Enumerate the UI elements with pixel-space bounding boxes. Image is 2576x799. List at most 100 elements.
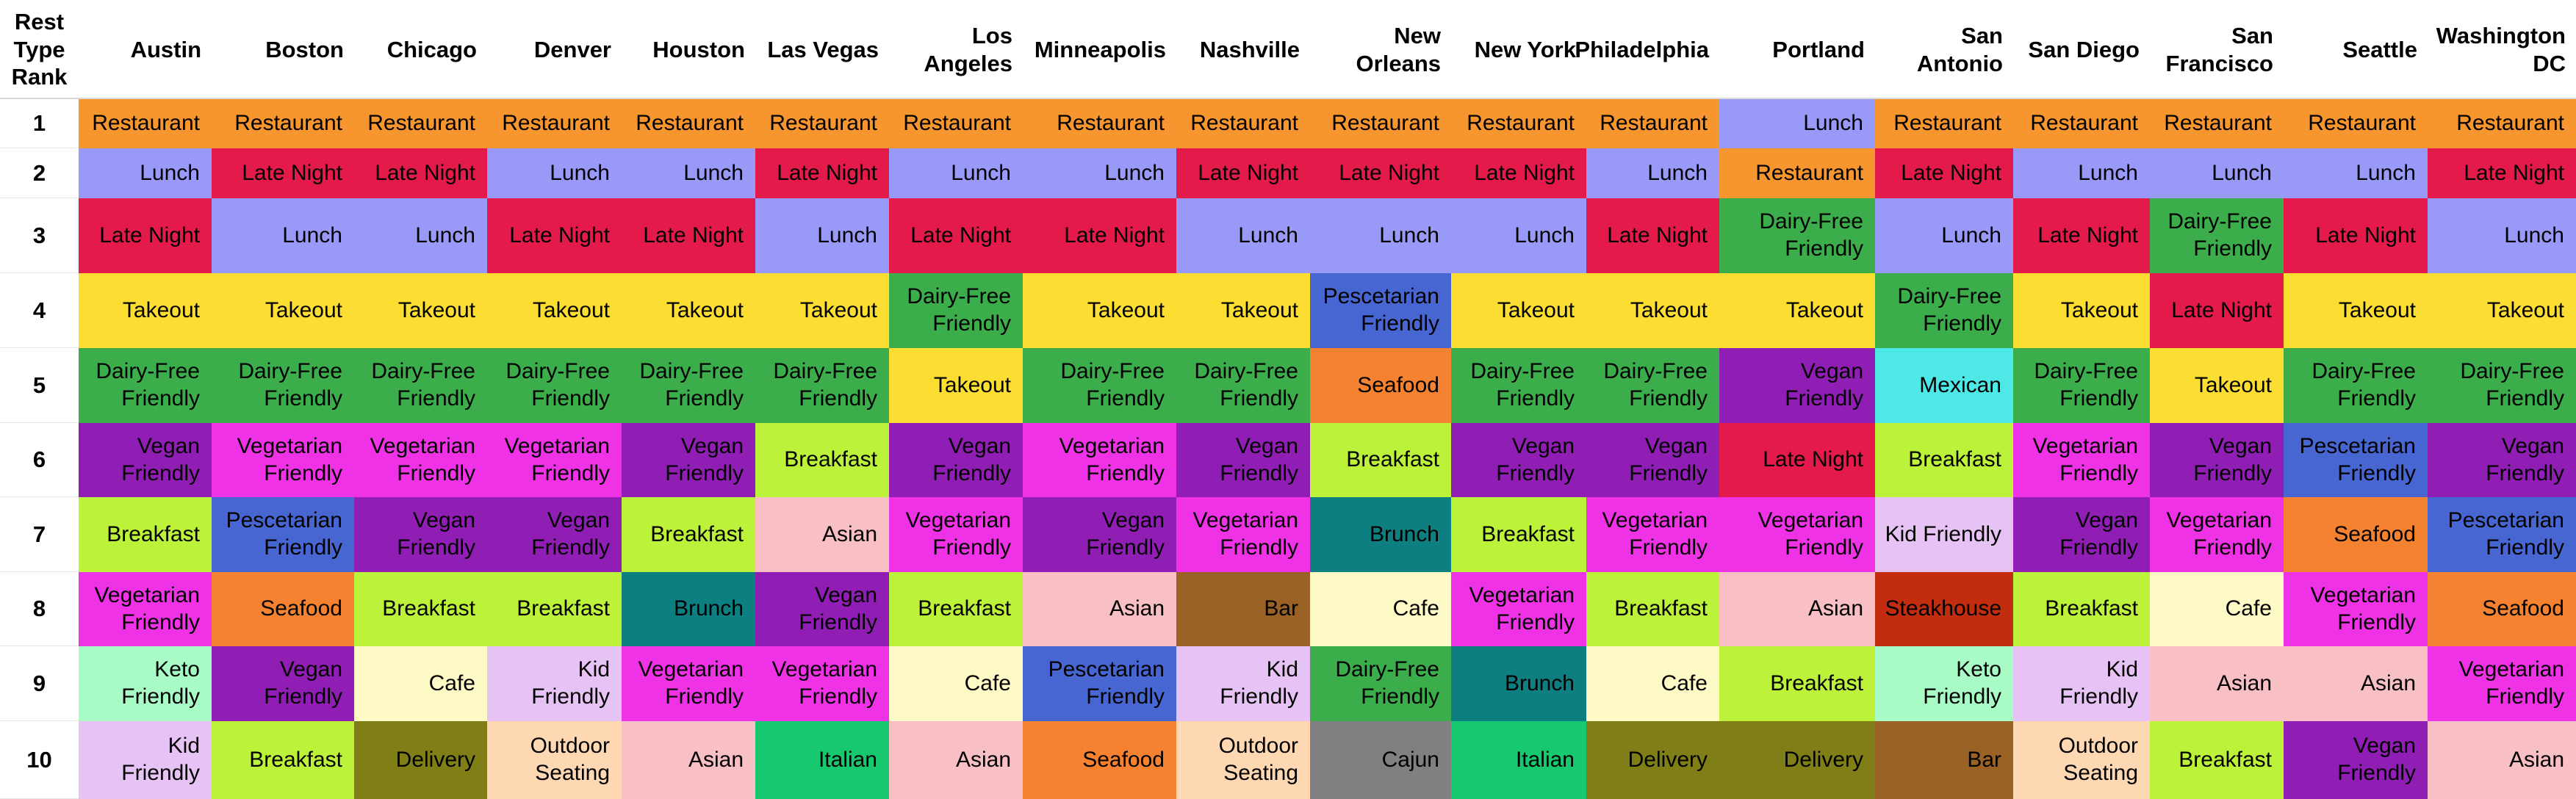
table-cell-text: Vegetarian Friendly bbox=[370, 433, 475, 485]
table-cell-text: Breakfast bbox=[382, 596, 475, 621]
column-header: Las Vegas bbox=[755, 0, 889, 99]
table-cell: Lunch bbox=[1586, 148, 1719, 198]
column-header: San Francisco bbox=[2150, 0, 2284, 99]
table-cell: Dairy-Free Friendly bbox=[487, 348, 622, 423]
table-cell-text: Vegetarian Friendly bbox=[905, 508, 1011, 560]
table-cell-text: Restaurant bbox=[903, 111, 1011, 136]
column-header-text: Portland bbox=[1772, 36, 1865, 62]
table-cell-text: Pescetarian Friendly bbox=[1048, 657, 1165, 709]
table-cell: Late Night bbox=[1310, 148, 1451, 198]
table-cell-text: Lunch bbox=[550, 160, 610, 185]
table-cell: Breakfast bbox=[1719, 646, 1875, 721]
table-cell-text: Mexican bbox=[1919, 372, 2001, 397]
table-cell-text: Outdoor Seating bbox=[2058, 734, 2138, 785]
table-cell-text: Steakhouse bbox=[1885, 596, 2001, 621]
table-cell: Asian bbox=[755, 497, 889, 572]
table-cell: Vegetarian Friendly bbox=[889, 497, 1023, 572]
table-cell-text: Breakfast bbox=[918, 596, 1011, 621]
table-cell-text: Dairy-Free Friendly bbox=[238, 359, 342, 411]
table-cell-text: Dairy-Free Friendly bbox=[2460, 359, 2564, 411]
table-cell: Restaurant bbox=[1310, 99, 1451, 148]
table-cell-text: Late Night bbox=[643, 223, 744, 247]
table-cell: Lunch bbox=[79, 148, 212, 198]
table-cell: Late Night bbox=[889, 198, 1023, 273]
table-cell-text: Late Night bbox=[1064, 223, 1165, 247]
table-cell-text: Late Night bbox=[99, 223, 200, 247]
table-cell: Late Night bbox=[212, 148, 354, 198]
table-cell-text: Asian bbox=[2216, 670, 2272, 695]
table-cell: Lunch bbox=[1451, 198, 1586, 273]
column-header-text: Chicago bbox=[386, 36, 477, 62]
column-header: New York bbox=[1451, 0, 1586, 99]
table-cell-text: Takeout bbox=[1497, 297, 1575, 322]
table-cell-text: Restaurant bbox=[2308, 111, 2416, 136]
table-cell-text: Pescetarian Friendly bbox=[2447, 508, 2564, 560]
table-cell-text: Brunch bbox=[673, 596, 744, 621]
table-cell: Asian bbox=[2284, 646, 2428, 721]
table-cell: Dairy-Free Friendly bbox=[2428, 348, 2576, 423]
table-cell: Brunch bbox=[1310, 497, 1451, 572]
table-cell-text: Dairy-Free Friendly bbox=[1470, 359, 1575, 411]
table-cell-text: Breakfast bbox=[1908, 447, 2001, 472]
table-cell-text: Pescetarian Friendly bbox=[1323, 284, 1439, 336]
column-header-text: Las Vegas bbox=[767, 36, 879, 62]
table-cell-text: Asian bbox=[688, 747, 744, 772]
table-cell-text: Late Night bbox=[2315, 223, 2416, 247]
table-cell: Late Night bbox=[755, 148, 889, 198]
table-cell: Late Night bbox=[79, 198, 212, 273]
table-cell: Kid Friendly bbox=[2013, 646, 2150, 721]
table-cell: Late Night bbox=[1586, 198, 1719, 273]
rank-label: 3 bbox=[0, 198, 79, 273]
rank-label-text: 10 bbox=[26, 746, 52, 773]
table-cell-text: Vegan Friendly bbox=[1785, 359, 1863, 411]
table-cell: Restaurant bbox=[354, 99, 487, 148]
table-cell-text: Restaurant bbox=[1755, 160, 1863, 185]
table-cell: Breakfast bbox=[889, 572, 1023, 646]
table-cell: Vegetarian Friendly bbox=[2284, 572, 2428, 646]
table-cell-text: Vegetarian Friendly bbox=[2032, 433, 2138, 485]
table-cell: Lunch bbox=[2150, 148, 2284, 198]
table-cell-text: Dairy-Free Friendly bbox=[2034, 359, 2138, 411]
table-cell-text: Late Night bbox=[1474, 160, 1575, 185]
table-cell-text: Takeout bbox=[265, 297, 342, 322]
table-cell-text: Vegan Friendly bbox=[799, 582, 877, 634]
table-cell: Breakfast bbox=[1451, 497, 1586, 572]
table-cell-text: Lunch bbox=[1803, 111, 1863, 136]
table-cell-text: Lunch bbox=[415, 223, 475, 247]
table-cell-text: Takeout bbox=[1087, 297, 1165, 322]
table-cell: Seafood bbox=[2428, 572, 2576, 646]
table-cell-text: Restaurant bbox=[2164, 111, 2272, 136]
table-cell: Italian bbox=[755, 721, 889, 799]
table-cell: Lunch bbox=[354, 198, 487, 273]
table-cell-text: Vegetarian Friendly bbox=[2310, 582, 2416, 634]
column-header: Chicago bbox=[354, 0, 487, 99]
table-cell-text: Restaurant bbox=[1057, 111, 1165, 136]
table-cell-text: Vegetarian Friendly bbox=[1757, 508, 1863, 560]
table-cell-text: Takeout bbox=[122, 297, 200, 322]
table-cell-text: Lunch bbox=[683, 160, 744, 185]
table-cell-text: Late Night bbox=[777, 160, 877, 185]
table-cell: Breakfast bbox=[1586, 572, 1719, 646]
table-cell: Late Night bbox=[1023, 198, 1176, 273]
table-cell: Dairy-Free Friendly bbox=[2284, 348, 2428, 423]
table-cell: Lunch bbox=[2428, 198, 2576, 273]
table-cell: Keto Friendly bbox=[79, 646, 212, 721]
table-cell-text: Breakfast bbox=[2179, 747, 2272, 772]
table-cell-text: Takeout bbox=[2338, 297, 2416, 322]
table-cell-text: Asian bbox=[2508, 747, 2564, 772]
table-cell-text: Breakfast bbox=[1481, 521, 1575, 546]
table-cell: Takeout bbox=[2428, 273, 2576, 348]
table-cell-text: Dairy-Free Friendly bbox=[1897, 284, 2001, 336]
table-cell-text: Lunch bbox=[2078, 160, 2138, 185]
column-header-text: San Antonio bbox=[1916, 22, 2003, 76]
table-cell-text: Lunch bbox=[1514, 223, 1575, 247]
table-cell: Asian bbox=[1719, 572, 1875, 646]
table-cell-text: Restaurant bbox=[502, 111, 610, 136]
table-cell-text: Vegetarian Friendly bbox=[1192, 508, 1298, 560]
table-cell-text: Breakfast bbox=[1614, 596, 1708, 621]
table-cell-text: Cajun bbox=[1381, 747, 1439, 772]
table-cell: Breakfast bbox=[212, 721, 354, 799]
table-cell: Lunch bbox=[1176, 198, 1310, 273]
table-cell: Lunch bbox=[1023, 148, 1176, 198]
table-cell-text: Late Night bbox=[1198, 160, 1298, 185]
